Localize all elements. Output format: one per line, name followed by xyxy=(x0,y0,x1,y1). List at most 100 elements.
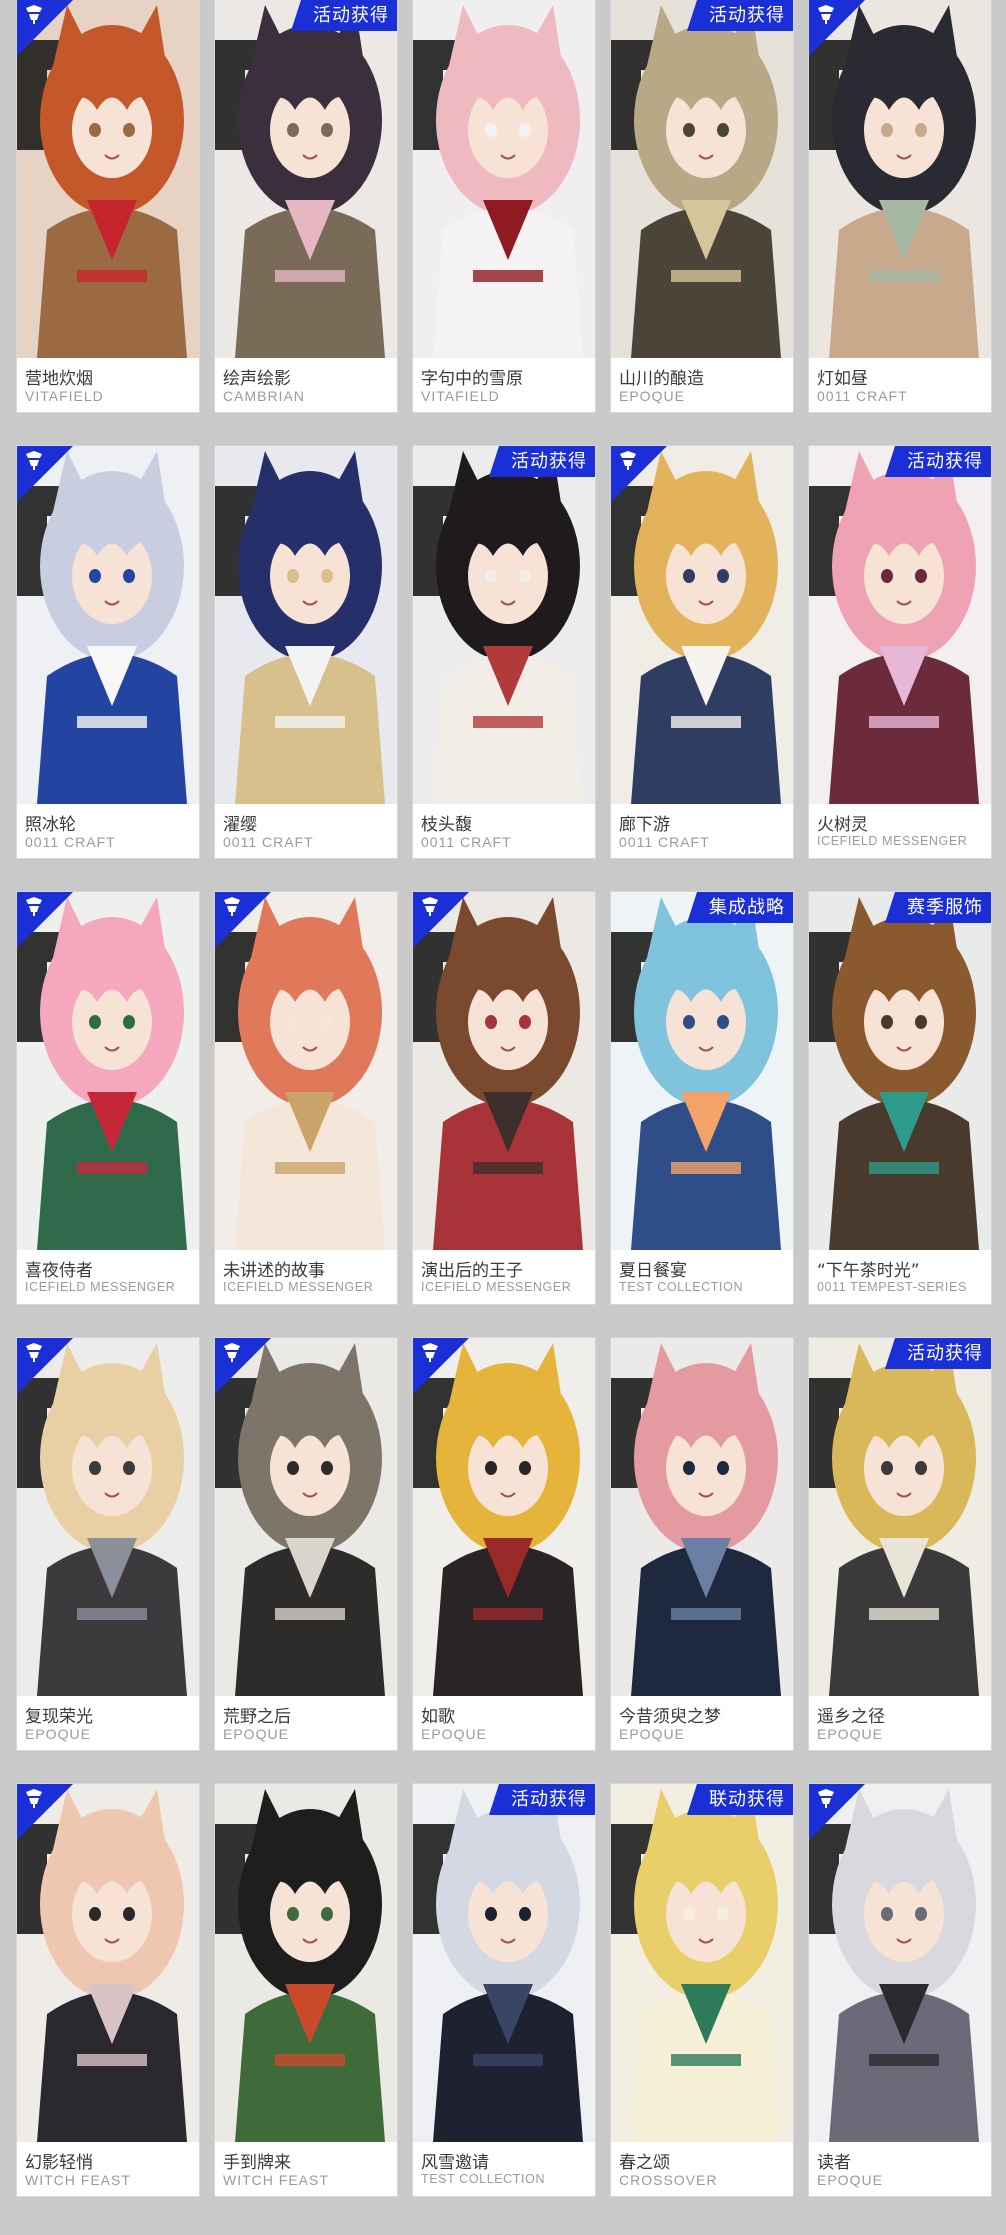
brand-corner-icon xyxy=(26,897,42,916)
skin-card[interactable]: 今昔须臾之梦 EPOQUE xyxy=(611,1338,793,1750)
skin-card[interactable]: 廊下游 0011 CRAFT xyxy=(611,446,793,858)
skin-name: 今昔须臾之梦 xyxy=(619,1707,721,1727)
skin-card[interactable]: 营地炊烟 VITAFIELD xyxy=(17,0,199,412)
skin-artwork xyxy=(611,892,793,1250)
skin-name: “下午茶时光” xyxy=(817,1261,920,1281)
skin-card[interactable]: 复现荣光 EPOQUE xyxy=(17,1338,199,1750)
skin-card[interactable]: 活动获得遥乡之径 EPOQUE xyxy=(809,1338,991,1750)
skin-name: 复现荣光 xyxy=(25,1707,93,1727)
skin-name: 灯如昼 xyxy=(817,369,868,389)
skin-series: EPOQUE xyxy=(619,388,685,404)
skin-series: 0011 CRAFT xyxy=(817,388,908,404)
skin-card[interactable]: 活动获得山川的酿造 EPOQUE xyxy=(611,0,793,412)
skin-series: EPOQUE xyxy=(25,1726,91,1742)
skin-name: 手到牌来 xyxy=(223,2153,291,2173)
skin-series: ICEFIELD MESSENGER xyxy=(421,1280,572,1294)
skin-series: ICEFIELD MESSENGER xyxy=(223,1280,374,1294)
skin-card[interactable]: 读者 EPOQUE xyxy=(809,1784,991,2196)
acquisition-tag: 活动获得 xyxy=(489,446,595,477)
skin-series: VITAFIELD xyxy=(25,388,104,404)
skin-artwork xyxy=(611,1784,793,2142)
skin-artwork xyxy=(809,892,991,1250)
skin-card[interactable]: 未讲述的故事 ICEFIELD MESSENGER xyxy=(215,892,397,1304)
brand-corner-icon xyxy=(620,451,636,470)
skin-card[interactable]: 活动获得枝头馥 0011 CRAFT xyxy=(413,446,595,858)
brand-corner-icon xyxy=(26,5,42,24)
skin-name: 字句中的雪原 xyxy=(421,369,523,389)
skin-name: 春之颂 xyxy=(619,2153,670,2173)
skin-card[interactable]: 手到牌来 WITCH FEAST xyxy=(215,1784,397,2196)
skin-series: TEST COLLECTION xyxy=(619,1280,744,1294)
skin-card[interactable]: 联动获得春之颂 CROSSOVER xyxy=(611,1784,793,2196)
skin-name: 未讲述的故事 xyxy=(223,1261,325,1281)
acquisition-tag: 联动获得 xyxy=(687,1784,793,1815)
skin-card[interactable]: 荒野之后 EPOQUE xyxy=(215,1338,397,1750)
skin-name: 枝头馥 xyxy=(421,815,472,835)
skin-card[interactable]: 演出后的王子 ICEFIELD MESSENGER xyxy=(413,892,595,1304)
skin-artwork xyxy=(611,1338,793,1696)
skin-series: VITAFIELD xyxy=(421,388,500,404)
skin-card[interactable]: 赛季服饰 “下午茶时光” 0011 TEMPEST-SERIES xyxy=(809,892,991,1304)
skin-series: 0011 CRAFT xyxy=(223,834,314,850)
skin-series: WITCH FEAST xyxy=(223,2172,329,2188)
skin-artwork xyxy=(809,1338,991,1696)
skin-series: CAMBRIAN xyxy=(223,388,305,404)
skin-series: 0011 CRAFT xyxy=(619,834,710,850)
acquisition-tag: 集成战略 xyxy=(687,892,793,923)
skin-card[interactable]: 字句中的雪原 VITAFIELD xyxy=(413,0,595,412)
acquisition-tag: 活动获得 xyxy=(489,1784,595,1815)
brand-corner-icon xyxy=(26,451,42,470)
skin-name: 濯缨 xyxy=(223,815,257,835)
skin-artwork xyxy=(215,0,397,358)
skin-artwork xyxy=(215,446,397,804)
skin-series: EPOQUE xyxy=(817,2172,883,2188)
skin-name: 如歌 xyxy=(421,1707,455,1727)
skin-series: 0011 CRAFT xyxy=(421,834,512,850)
skin-card[interactable]: 如歌 EPOQUE xyxy=(413,1338,595,1750)
skin-series: EPOQUE xyxy=(421,1726,487,1742)
skin-artwork xyxy=(611,0,793,358)
skin-name: 照冰轮 xyxy=(25,815,76,835)
brand-corner-icon xyxy=(818,1789,834,1808)
skin-series: CROSSOVER xyxy=(619,2172,718,2188)
skin-card[interactable]: 活动获得 火树灵 ICEFIELD MESSENGER xyxy=(809,446,991,858)
skin-card[interactable]: 活动获得风雪邀请 TEST COLLECTION xyxy=(413,1784,595,2196)
acquisition-tag: 活动获得 xyxy=(687,0,793,31)
skin-card[interactable]: 喜夜侍者 ICEFIELD MESSENGER xyxy=(17,892,199,1304)
brand-corner-icon xyxy=(26,1789,42,1808)
skin-series: EPOQUE xyxy=(223,1726,289,1742)
skin-series: TEST COLLECTION xyxy=(421,2172,546,2186)
skin-name: 遥乡之径 xyxy=(817,1707,885,1727)
brand-corner-icon xyxy=(224,897,240,916)
skin-grid: 营地炊烟 VITAFIELD 活动获得 绘声绘影 CAMBRIAN 字句中的雪原 VITAF… xyxy=(0,0,1006,2235)
acquisition-tag: 活动获得 xyxy=(291,0,397,31)
skin-name: 营地炊烟 xyxy=(25,369,93,389)
skin-name: 幻影轻悄 xyxy=(25,2153,93,2173)
skin-name: 演出后的王子 xyxy=(421,1261,523,1281)
skin-card[interactable]: 灯如昼 0011 CRAFT xyxy=(809,0,991,412)
skin-card[interactable]: 活动获得绘声绘影 CAMBRIAN xyxy=(215,0,397,412)
brand-corner-icon xyxy=(422,897,438,916)
brand-corner-icon xyxy=(26,1343,42,1362)
acquisition-tag: 活动获得 xyxy=(885,1338,991,1369)
skin-card[interactable]: 集成战略夏日餐宴 TEST COLLECTION xyxy=(611,892,793,1304)
skin-name: 读者 xyxy=(817,2153,851,2173)
skin-name: 荒野之后 xyxy=(223,1707,291,1727)
skin-name: 夏日餐宴 xyxy=(619,1261,687,1281)
skin-artwork xyxy=(413,446,595,804)
skin-name: 山川的酿造 xyxy=(619,369,704,389)
skin-name: 火树灵 xyxy=(817,815,868,835)
skin-artwork xyxy=(809,446,991,804)
skin-card[interactable]: 幻影轻悄 WITCH FEAST xyxy=(17,1784,199,2196)
skin-card[interactable]: 照冰轮 0011 CRAFT xyxy=(17,446,199,858)
skin-name: 廊下游 xyxy=(619,815,670,835)
skin-name: 风雪邀请 xyxy=(421,2153,489,2173)
skin-series: EPOQUE xyxy=(619,1726,685,1742)
skin-series: ICEFIELD MESSENGER xyxy=(817,834,968,848)
skin-series: EPOQUE xyxy=(817,1726,883,1742)
skin-artwork xyxy=(413,0,595,358)
skin-artwork xyxy=(413,1784,595,2142)
skin-name: 喜夜侍者 xyxy=(25,1261,93,1281)
skin-card[interactable]: 濯缨 0011 CRAFT xyxy=(215,446,397,858)
skin-name: 绘声绘影 xyxy=(223,369,291,389)
